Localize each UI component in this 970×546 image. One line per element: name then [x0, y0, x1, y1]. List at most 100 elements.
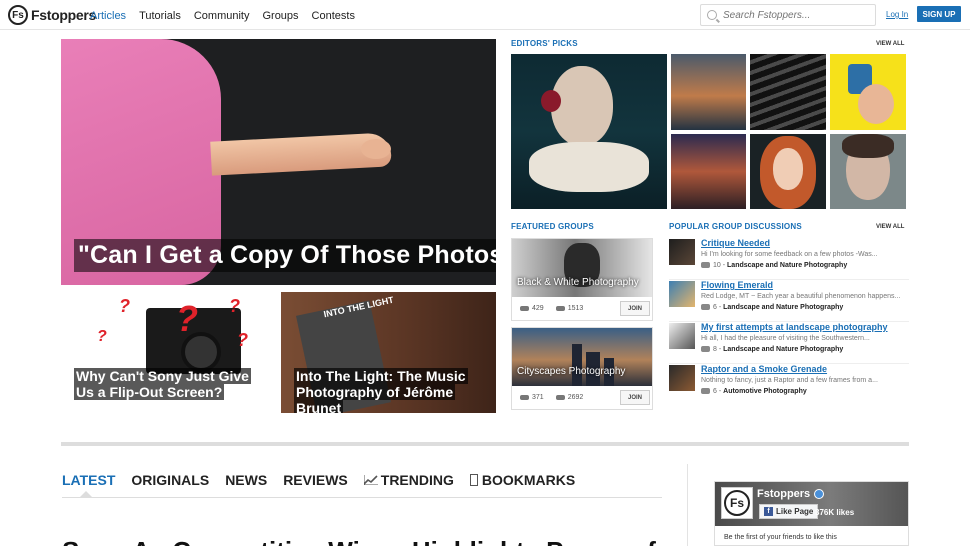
discussion-snippet: Red Lodge, MT ~ Each year a beautiful ph…	[701, 293, 901, 300]
pick-ruff-shape	[529, 142, 649, 192]
signup-button[interactable]: SIGN UP	[917, 6, 961, 22]
pick-hat-shape	[541, 90, 561, 112]
question-mark-icon: ?	[119, 296, 130, 316]
editors-pick-sunset-coast[interactable]	[671, 134, 746, 209]
story-title[interactable]: Why Can't Sony Just Give Us a Flip-Out S…	[74, 368, 264, 400]
tab-originals[interactable]: ORIGINALS	[131, 472, 209, 488]
editors-picks-view-all[interactable]: VIEW ALL	[876, 41, 904, 47]
editors-pick-sea-stacks[interactable]	[671, 54, 746, 130]
facebook-widget: Fs Fstoppers f Like Page 376K likes Be th…	[714, 481, 909, 546]
tab-reviews[interactable]: REVIEWS	[283, 472, 348, 488]
featured-group-card[interactable]: Cityscapes Photography 371 2692 JOIN	[511, 327, 653, 410]
facebook-like-button[interactable]: f Like Page	[759, 504, 819, 519]
group-name[interactable]: Cityscapes Photography	[517, 366, 625, 377]
tabs-underline	[62, 497, 662, 498]
tab-bookmarks[interactable]: BOOKMARKS	[469, 472, 575, 488]
nav-community[interactable]: Community	[194, 10, 250, 22]
nav-articles[interactable]: Articles	[90, 10, 126, 22]
bookmark-icon	[469, 474, 478, 486]
group-image-building	[572, 344, 582, 386]
facebook-page-name[interactable]: Fstoppers	[757, 488, 825, 500]
group-members-count: 2692	[567, 394, 584, 401]
question-mark-icon: ?	[176, 298, 198, 339]
discussion-meta: 10 - Landscape and Nature Photography	[701, 262, 847, 269]
members-icon	[555, 394, 565, 400]
discussion-title[interactable]: Flowing Emerald	[701, 280, 773, 290]
editors-pick-clown-portrait[interactable]	[511, 54, 667, 209]
join-button[interactable]: JOIN	[620, 390, 650, 405]
group-comments: 371	[520, 394, 544, 401]
discussion-snippet: Nothing to fancy, just a Raptor and a fe…	[701, 377, 878, 384]
discussion-thumbnail[interactable]	[669, 281, 695, 307]
facebook-page-logo[interactable]: Fs	[721, 487, 753, 519]
editors-pick-wet-portrait[interactable]	[830, 134, 906, 209]
group-image	[512, 239, 652, 297]
discussion-group[interactable]: Landscape and Nature Photography	[723, 346, 843, 353]
discussion-comment-count: 10	[713, 262, 721, 269]
nav-tutorials[interactable]: Tutorials	[139, 10, 181, 22]
comments-icon	[701, 346, 710, 353]
join-button[interactable]: JOIN	[620, 301, 650, 316]
editors-picks-heading: EDITORS' PICKS	[511, 39, 578, 48]
story-card-into-the-light[interactable]: INTO THE LIGHT Into The Light: The Music…	[281, 292, 496, 413]
discussion-thumbnail[interactable]	[669, 239, 695, 265]
tab-trending[interactable]: TRENDING	[363, 472, 454, 488]
hero-article[interactable]: "Can I Get a Copy Of Those Photos?"	[61, 39, 496, 285]
nav-groups[interactable]: Groups	[262, 10, 298, 22]
facebook-icon: f	[764, 507, 773, 516]
search-box	[700, 4, 876, 26]
discussion-thumbnail[interactable]	[669, 323, 695, 349]
content-tabs: LATEST ORIGINALS NEWS REVIEWS TRENDING B…	[62, 472, 575, 488]
discussion-thumbnail[interactable]	[669, 365, 695, 391]
main-nav: Articles Tutorials Community Groups Cont…	[90, 10, 355, 22]
question-mark-icon: ?	[97, 328, 107, 345]
hero-title[interactable]: "Can I Get a Copy Of Those Photos?"	[74, 239, 496, 272]
tab-latest[interactable]: LATEST	[62, 472, 115, 488]
latest-article-headline[interactable]: Sony A...Competitive Wins...Highlights P…	[62, 536, 656, 546]
search-icon[interactable]	[707, 10, 717, 20]
discussion-title[interactable]: Critique Needed	[701, 238, 770, 248]
nav-contests[interactable]: Contests	[312, 10, 355, 22]
discussion-item[interactable]: Flowing Emerald Red Lodge, MT ~ Each yea…	[669, 280, 909, 322]
group-members: 1513	[555, 305, 583, 312]
discussion-snippet: Hi I'm looking for some feedback on a fe…	[701, 251, 878, 258]
search-input[interactable]	[723, 9, 873, 21]
discussion-group[interactable]: Landscape and Nature Photography	[723, 304, 843, 311]
discussion-item[interactable]: Raptor and a Smoke Grenade Nothing to fa…	[669, 364, 909, 406]
story-title[interactable]: Into The Light: The Music Photography of…	[294, 368, 489, 413]
section-divider	[61, 442, 909, 446]
editors-pick-redhead-portrait[interactable]	[750, 134, 826, 209]
comments-icon	[701, 388, 710, 395]
group-members: 2692	[555, 394, 584, 401]
group-name[interactable]: Black & White Photography	[517, 277, 639, 288]
pick-skin-shape	[858, 84, 894, 124]
logo-badge-icon: Fs	[8, 5, 28, 25]
discussion-group[interactable]: Automotive Photography	[723, 388, 807, 395]
featured-group-card[interactable]: Black & White Photography 429 1513 JOIN	[511, 238, 653, 321]
facebook-like-label: Like Page	[776, 507, 814, 516]
editors-pick-yellow-portrait[interactable]	[830, 54, 906, 130]
group-comments-count: 371	[532, 394, 544, 401]
discussion-meta: 6 - Landscape and Nature Photography	[701, 304, 843, 311]
story-card-sony[interactable]: ? ? ? ? ? Why Can't Sony Just Give Us a …	[61, 292, 275, 413]
site-logo[interactable]: Fs Fstoppers	[8, 5, 96, 25]
fb-logo-badge-icon: Fs	[724, 490, 750, 516]
discussion-item[interactable]: My first attempts at landscape photograp…	[669, 322, 909, 364]
tab-trending-label: TRENDING	[380, 472, 454, 488]
facebook-page-name-text: Fstoppers	[757, 488, 811, 500]
discussion-title[interactable]: Raptor and a Smoke Grenade	[701, 364, 827, 374]
login-link[interactable]: Log In	[886, 10, 908, 19]
discussion-group[interactable]: Landscape and Nature Photography	[727, 262, 847, 269]
tab-news[interactable]: NEWS	[225, 472, 267, 488]
discussion-comment-count: 8	[713, 346, 717, 353]
editors-pick-abstract-bw[interactable]	[750, 54, 826, 130]
featured-groups-heading: FEATURED GROUPS	[511, 222, 594, 231]
discussion-title[interactable]: My first attempts at landscape photograp…	[701, 322, 888, 332]
discussions-view-all[interactable]: VIEW ALL	[876, 224, 904, 230]
pick-hair-shape	[842, 134, 894, 158]
logo-text: Fstoppers	[31, 7, 96, 23]
discussions-heading: POPULAR GROUP DISCUSSIONS	[669, 222, 802, 231]
group-image	[512, 328, 652, 386]
discussion-item[interactable]: Critique Needed Hi I'm looking for some …	[669, 238, 909, 280]
group-stats: 429 1513	[520, 305, 583, 312]
